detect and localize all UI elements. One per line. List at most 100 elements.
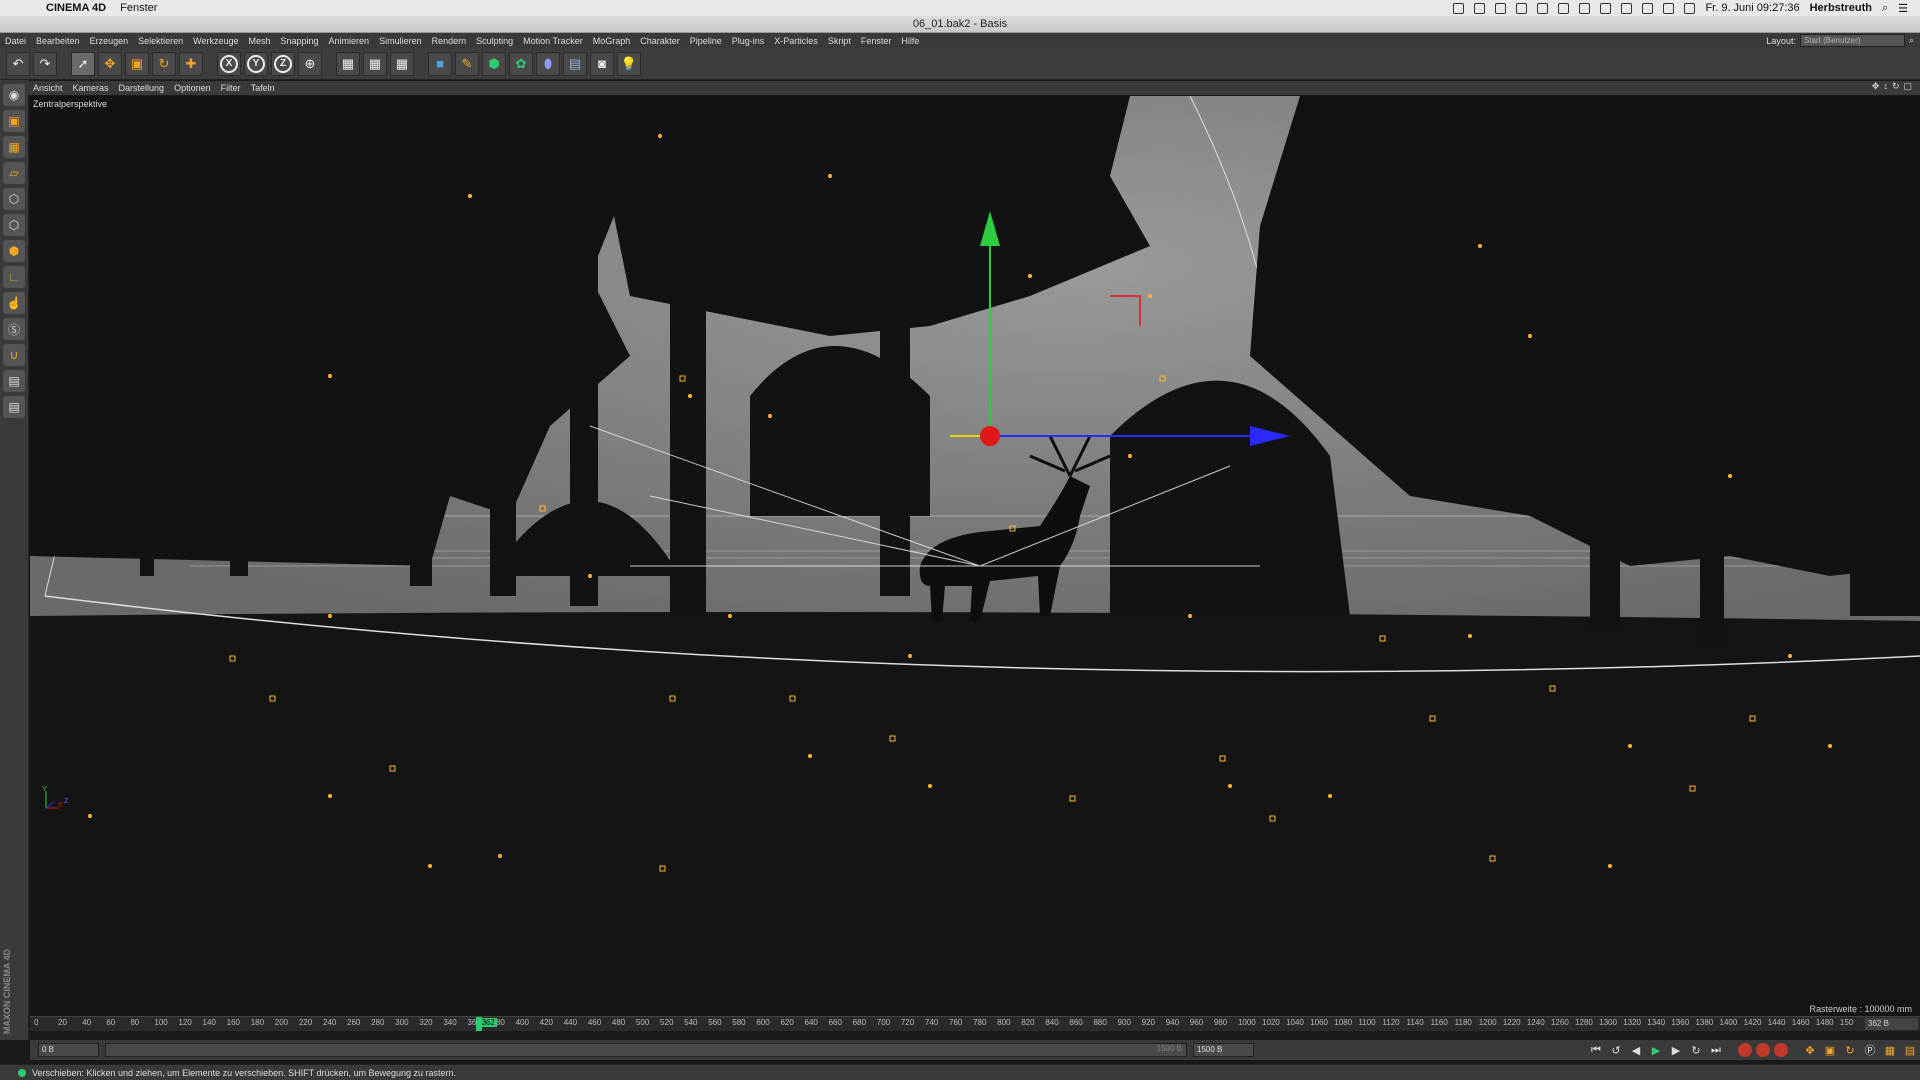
menu-selektieren[interactable]: Selektieren bbox=[133, 36, 188, 46]
autokey-icon[interactable] bbox=[1756, 1043, 1770, 1057]
status-icon[interactable] bbox=[1600, 2, 1612, 14]
move-icon[interactable]: ✥ bbox=[98, 51, 122, 76]
edges-mode-icon[interactable]: ⬡ bbox=[3, 214, 25, 236]
display-icon[interactable] bbox=[1579, 2, 1591, 14]
rotation-key-icon[interactable]: ↻ bbox=[1842, 1042, 1858, 1058]
viewport-camera-label[interactable]: Zentralperspektive bbox=[33, 99, 107, 109]
layout-select[interactable]: Start (Benutzer) bbox=[1799, 34, 1905, 47]
play-icon[interactable]: ▶ bbox=[1648, 1042, 1664, 1058]
magnet-icon[interactable]: ∪ bbox=[3, 344, 25, 366]
camera-icon[interactable]: ◙ bbox=[590, 51, 614, 76]
end-frame-field[interactable]: 1500 B bbox=[1193, 1043, 1254, 1057]
search-icon[interactable]: ⌕ bbox=[1909, 35, 1914, 46]
render-picture-queue-icon[interactable]: ▦ bbox=[363, 51, 387, 76]
menu-mesh[interactable]: Mesh bbox=[243, 36, 275, 46]
solo-icon[interactable]: ▤ bbox=[3, 396, 25, 418]
coordinate-system-icon[interactable]: ⊕ bbox=[298, 51, 322, 76]
menu-animieren[interactable]: Animieren bbox=[324, 36, 375, 46]
menu-bearbeiten[interactable]: Bearbeiten bbox=[31, 36, 85, 46]
cube-icon[interactable]: ■ bbox=[428, 51, 452, 76]
user-name[interactable]: Herbstreuth bbox=[1810, 2, 1872, 14]
status-icon[interactable] bbox=[1453, 2, 1465, 14]
lock-workplane-icon[interactable]: ▤ bbox=[3, 370, 25, 392]
menu-simulieren[interactable]: Simulieren bbox=[374, 36, 427, 46]
menu-plug-ins[interactable]: Plug-ins bbox=[727, 36, 770, 46]
viewport-3d[interactable]: Zentralperspektive Y X Z Rasterweite : 1… bbox=[30, 96, 1920, 1016]
menu-rendern[interactable]: Rendern bbox=[427, 36, 472, 46]
menu-charakter[interactable]: Charakter bbox=[635, 36, 685, 46]
vp-menu-kameras[interactable]: Kameras bbox=[68, 83, 114, 93]
time-machine-icon[interactable] bbox=[1663, 2, 1675, 14]
vp-menu-darstellung[interactable]: Darstellung bbox=[114, 83, 170, 93]
texture-mode-icon[interactable]: ▦ bbox=[3, 136, 25, 158]
subdivision-icon[interactable]: ⬢ bbox=[482, 51, 506, 76]
scale-key-icon[interactable]: ▣ bbox=[1822, 1042, 1838, 1058]
zoom-view-icon[interactable]: ↕ bbox=[1883, 81, 1888, 92]
floor-grid-icon[interactable]: ▤ bbox=[563, 51, 587, 76]
next-frame-icon[interactable]: ▶ bbox=[1668, 1042, 1684, 1058]
menu-snapping[interactable]: Snapping bbox=[276, 36, 324, 46]
render-view-icon[interactable]: ▦ bbox=[336, 51, 360, 76]
model-mode-icon[interactable]: ▣ bbox=[3, 110, 25, 132]
render-settings-icon[interactable]: ▦ bbox=[390, 51, 414, 76]
pla-key-icon[interactable]: ▦ bbox=[1882, 1042, 1898, 1058]
axis-x-button[interactable]: X bbox=[217, 51, 241, 76]
vp-menu-optionen[interactable]: Optionen bbox=[169, 83, 216, 93]
menu-sculpting[interactable]: Sculpting bbox=[471, 36, 518, 46]
snapping-icon[interactable]: Ⓢ bbox=[3, 318, 25, 340]
move-view-icon[interactable]: ✥ bbox=[1872, 81, 1880, 92]
vp-menu-filter[interactable]: Filter bbox=[216, 83, 246, 93]
menu-erzeugen[interactable]: Erzeugen bbox=[85, 36, 134, 46]
add-icon[interactable]: ✚ bbox=[179, 51, 203, 76]
workplane-icon[interactable]: ▱ bbox=[3, 162, 25, 184]
rotate-view-icon[interactable]: ↻ bbox=[1892, 81, 1900, 92]
param-key-icon[interactable]: Ⓟ bbox=[1862, 1042, 1878, 1058]
timeline-icon[interactable]: ▤ bbox=[1902, 1042, 1918, 1058]
position-key-icon[interactable]: ✥ bbox=[1802, 1042, 1818, 1058]
menu-hilfe[interactable]: Hilfe bbox=[896, 36, 924, 46]
menu-x-particles[interactable]: X-Particles bbox=[769, 36, 823, 46]
wifi-icon[interactable] bbox=[1684, 2, 1696, 14]
spotlight-icon[interactable]: ⌕ bbox=[1882, 2, 1888, 15]
points-mode-icon[interactable]: ⬡ bbox=[3, 188, 25, 210]
status-icon[interactable] bbox=[1474, 2, 1486, 14]
select-icon[interactable]: ➚ bbox=[71, 51, 95, 76]
vp-menu-ansicht[interactable]: Ansicht bbox=[28, 83, 68, 93]
vp-menu-tafeln[interactable]: Tafeln bbox=[246, 83, 280, 93]
menu-mograph[interactable]: MoGraph bbox=[588, 36, 636, 46]
goto-end-icon[interactable]: ⏭ bbox=[1708, 1042, 1724, 1058]
rotate-icon[interactable]: ↻ bbox=[152, 51, 176, 76]
pen-spline-icon[interactable]: ✎ bbox=[455, 51, 479, 76]
record-icon[interactable] bbox=[1738, 1043, 1752, 1057]
deformer-icon[interactable]: ⬮ bbox=[536, 51, 560, 76]
axis-y-button[interactable]: Y bbox=[244, 51, 268, 76]
menu-fenster[interactable]: Fenster bbox=[856, 36, 897, 46]
light-icon[interactable]: 💡 bbox=[617, 51, 641, 76]
make-editable-icon[interactable]: ◉ bbox=[3, 84, 25, 106]
status-icon[interactable] bbox=[1495, 2, 1507, 14]
notification-center-icon[interactable]: ☰ bbox=[1898, 2, 1908, 15]
range-slider[interactable]: 1500 B bbox=[105, 1043, 1187, 1057]
status-icon[interactable] bbox=[1558, 2, 1570, 14]
polygons-mode-icon[interactable]: ⬢ bbox=[3, 240, 25, 262]
menu-skript[interactable]: Skript bbox=[823, 36, 856, 46]
clock[interactable]: Fr. 9. Juni 09:27:36 bbox=[1705, 2, 1799, 14]
app-menu[interactable]: CINEMA 4D bbox=[46, 2, 106, 14]
bluetooth-icon[interactable] bbox=[1642, 2, 1654, 14]
current-frame-field[interactable]: 362 B bbox=[1865, 1018, 1918, 1030]
timeline-ruler[interactable]: 0 20 40 60 80 100 120 140 160 180 200 220 240 260 280 3… bbox=[30, 1016, 1920, 1031]
menu-werkzeuge[interactable]: Werkzeuge bbox=[188, 36, 243, 46]
next-key-icon[interactable]: ↻ bbox=[1688, 1042, 1704, 1058]
prev-key-icon[interactable]: ↺ bbox=[1608, 1042, 1624, 1058]
menu-datei[interactable]: Datei bbox=[0, 36, 31, 46]
axis-z-button[interactable]: Z bbox=[271, 51, 295, 76]
undo-icon[interactable]: ↶ bbox=[6, 51, 30, 76]
dropbox-icon[interactable] bbox=[1516, 2, 1528, 14]
goto-start-icon[interactable]: ⏮ bbox=[1588, 1042, 1604, 1058]
redo-icon[interactable]: ↷ bbox=[33, 51, 57, 76]
prev-frame-icon[interactable]: ◀ bbox=[1628, 1042, 1644, 1058]
menu-motion-tracker[interactable]: Motion Tracker bbox=[518, 36, 588, 46]
macos-menu-fenster[interactable]: Fenster bbox=[120, 2, 157, 14]
keyframe-selection-icon[interactable] bbox=[1774, 1043, 1788, 1057]
axis-mode-icon[interactable]: ∟ bbox=[3, 266, 25, 288]
